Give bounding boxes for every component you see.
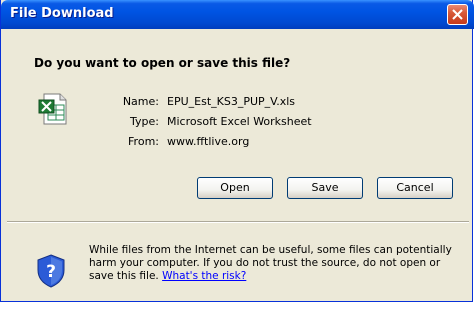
file-name-label: Name: bbox=[122, 95, 159, 108]
file-type-value: Microsoft Excel Worksheet bbox=[167, 115, 312, 128]
file-type-label: Type: bbox=[130, 115, 159, 128]
divider bbox=[7, 221, 469, 223]
warning-text: While files from the Internet can be use… bbox=[89, 244, 452, 282]
svg-text:?: ? bbox=[46, 262, 56, 282]
file-download-dialog: File Download Do you want to open or sav… bbox=[0, 0, 474, 302]
warning-message: While files from the Internet can be use… bbox=[89, 244, 459, 283]
close-button[interactable] bbox=[447, 4, 468, 25]
file-from-value: www.fftlive.org bbox=[167, 135, 250, 148]
file-from-label: From: bbox=[128, 135, 159, 148]
window-title: File Download bbox=[10, 6, 114, 21]
dialog-question: Do you want to open or save this file? bbox=[34, 56, 291, 70]
open-button[interactable]: Open bbox=[197, 177, 273, 199]
title-bar[interactable]: File Download bbox=[1, 0, 474, 29]
cancel-button[interactable]: Cancel bbox=[377, 177, 453, 199]
close-icon bbox=[452, 9, 463, 20]
excel-file-icon bbox=[38, 93, 67, 125]
security-shield-icon: ? bbox=[37, 254, 65, 288]
save-button[interactable]: Save bbox=[287, 177, 363, 199]
file-name-value: EPU_Est_KS3_PUP_V.xls bbox=[167, 95, 296, 108]
whats-the-risk-link[interactable]: What's the risk? bbox=[162, 270, 246, 282]
